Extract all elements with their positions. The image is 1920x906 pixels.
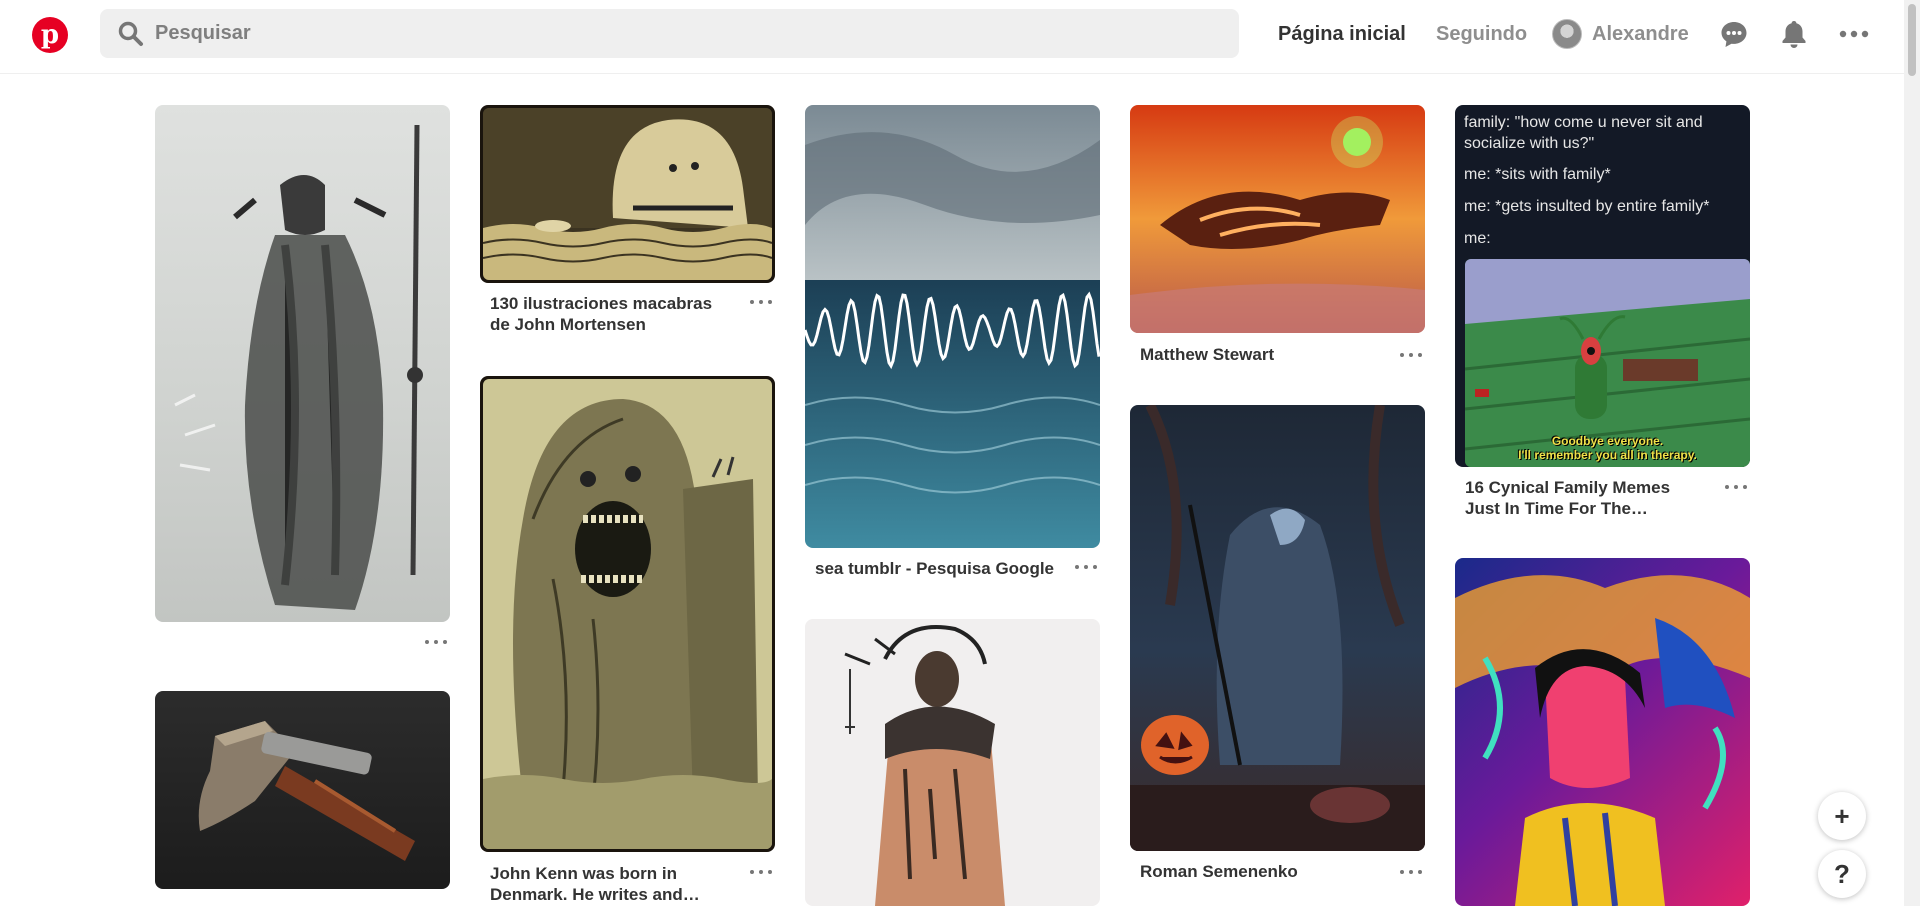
page-scrollbar[interactable]	[1904, 0, 1920, 906]
pin-image-creature-sunset[interactable]	[1130, 105, 1425, 333]
pin-more-button[interactable]	[425, 636, 447, 648]
nav-following-link[interactable]: Seguindo	[1436, 0, 1527, 68]
pin-more-button[interactable]	[1075, 561, 1097, 573]
chat-icon[interactable]	[1718, 18, 1750, 50]
pin-title[interactable]: Roman Semenenko	[1140, 861, 1380, 882]
pin-image-axe-pistol[interactable]	[155, 691, 450, 889]
meme-line: family: "how come u never sit and social…	[1464, 114, 1703, 152]
meme-line: me: *sits with family*	[1464, 166, 1611, 183]
pin-image-sea-soundwave[interactable]	[805, 105, 1100, 548]
meme-caption: I'll remember you all in therapy.	[1518, 448, 1697, 462]
pin-image-dark-figure[interactable]	[155, 105, 450, 622]
pin-more-button[interactable]	[1400, 349, 1422, 361]
nav-home-link[interactable]: Página inicial	[1278, 0, 1406, 68]
pin-title[interactable]: 130 ilustraciones macabras de John Morte…	[490, 293, 730, 335]
meme-caption: Goodbye everyone.	[1551, 434, 1664, 448]
user-name: Alexandre	[1592, 22, 1689, 45]
pin-image-family-meme[interactable]: family: "how come u never sit and social…	[1455, 105, 1750, 467]
pin-title[interactable]: John Kenn was born in Denmark. He writes…	[490, 863, 730, 905]
user-profile-link[interactable]: Alexandre	[1552, 0, 1689, 68]
bell-icon[interactable]	[1778, 18, 1810, 50]
pin-title[interactable]: 16 Cynical Family Memes Just In Time For…	[1465, 477, 1705, 519]
pin-more-button[interactable]	[750, 296, 772, 308]
avatar	[1552, 19, 1582, 49]
more-icon[interactable]	[1838, 18, 1870, 50]
add-pin-button[interactable]: +	[1818, 792, 1866, 840]
pin-more-button[interactable]	[1725, 481, 1747, 493]
pin-image-warrior-sketch[interactable]	[805, 619, 1100, 906]
pin-more-button[interactable]	[750, 866, 772, 878]
pin-more-button[interactable]	[1400, 866, 1422, 878]
meme-line: me:	[1464, 230, 1491, 247]
pin-image-colorful-illustration[interactable]	[1455, 558, 1750, 906]
search-icon	[117, 20, 145, 48]
scrollbar-thumb[interactable]	[1908, 4, 1916, 76]
help-button[interactable]: ?	[1818, 850, 1866, 898]
search-input[interactable]	[155, 22, 1155, 45]
search-bar[interactable]	[100, 9, 1239, 58]
pin-title[interactable]: Matthew Stewart	[1140, 344, 1380, 365]
pin-image-furry-monster[interactable]	[480, 376, 775, 852]
meme-line: me: *gets insulted by entire family*	[1464, 198, 1710, 215]
meme-image-plankton: Goodbye everyone. I'll remember you all …	[1465, 259, 1750, 467]
pin-image-whale-drawing[interactable]	[480, 105, 775, 283]
pin-title[interactable]: sea tumblr - Pesquisa Google	[815, 558, 1055, 579]
top-header: p Página inicial Seguindo Alexandre	[0, 0, 1904, 74]
pin-image-halloween-reaper[interactable]	[1130, 405, 1425, 851]
pinterest-logo[interactable]: p	[32, 17, 68, 53]
